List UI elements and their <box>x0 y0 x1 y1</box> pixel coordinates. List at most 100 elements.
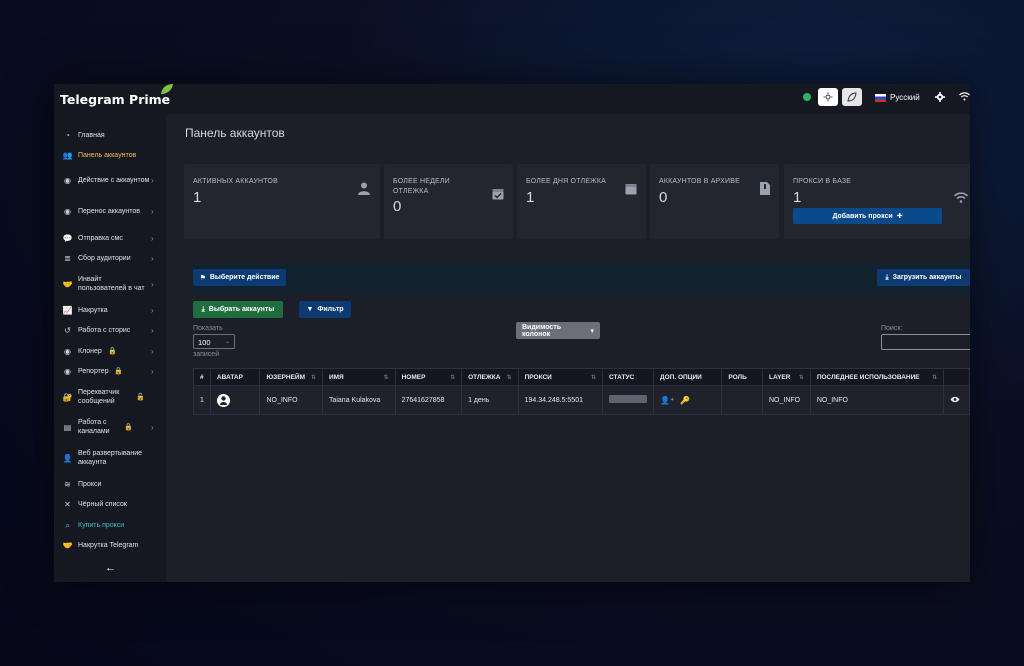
sidebar-item-label: Отправка смс <box>78 234 123 242</box>
select-action-button[interactable]: ⚑ Выберите действие <box>193 269 286 286</box>
sidebar-item-channels[interactable]: ▤ Работа с каналами 🔒 › <box>54 417 166 437</box>
status-badge <box>609 395 648 403</box>
document-icon: ▤ <box>63 422 72 432</box>
entries-select[interactable]: 100 ⌄ <box>193 334 235 349</box>
row-role <box>721 385 763 415</box>
unlock-icon: 🔓 <box>136 393 145 401</box>
brand-logo[interactable]: Telegram Prime <box>60 84 174 107</box>
sidebar-item-telegram-boost[interactable]: 🤝 Накрутка Telegram <box>54 540 166 550</box>
stat-value: 1 <box>793 189 802 206</box>
user-circle-icon: ◉ <box>64 175 71 185</box>
comments-icon: 💬 <box>62 233 73 243</box>
row-name: Taiana Kulakova <box>321 385 396 415</box>
sidebar-item-reporter[interactable]: ◉ Репортер 🔒 › <box>54 366 166 376</box>
table-row[interactable]: 1 NO_INFO Taiana Kulakova 27641627858 1 … <box>193 385 970 415</box>
search-icon: ⌕ <box>65 520 70 530</box>
language-selector[interactable]: Русский <box>875 93 920 102</box>
row-last-used: NO_INFO <box>809 385 945 415</box>
sidebar-item-audience-collect[interactable]: ≣ Сбор аудитории › <box>54 253 166 263</box>
accounts-table-area: ⤓ Выбрать аккаунты ▼ Фильтр Видимость ко… <box>193 294 970 582</box>
sidebar-item-home[interactable]: ◔ Главная <box>54 130 166 140</box>
row-options: 👤⁺ 🔑 <box>653 385 723 415</box>
column-header[interactable]: ИМЯ ⇅ <box>321 368 396 386</box>
sidebar-item-message-interceptor[interactable]: 🔐 Перехватчик сообщений 🔓 <box>54 387 166 407</box>
avatar[interactable] <box>216 393 230 407</box>
sidebar-item-boost[interactable]: 📈 Накрутка › <box>54 305 166 315</box>
filter-label: Фильтр <box>317 306 344 313</box>
chevron-right-icon: › <box>151 206 154 216</box>
column-header[interactable]: ДОП. ОПЦИИ <box>653 368 723 386</box>
sidebar-item-label: Репортер <box>78 367 109 375</box>
sidebar-item-buy-proxy[interactable]: ⌕ Купить прокси <box>54 520 166 530</box>
stat-value: 1 <box>526 189 535 206</box>
chevron-right-icon: › <box>151 305 154 315</box>
sidebar-item-label: Действие с аккаунтом <box>78 176 150 184</box>
sidebar-item-label: Чёрный список <box>78 500 127 508</box>
add-user-icon[interactable]: 👤⁺ <box>660 396 674 405</box>
column-header[interactable]: РОЛЬ <box>721 368 763 386</box>
column-header[interactable]: ПРОКСИ ⇅ <box>517 368 604 386</box>
row-avatar <box>209 385 261 415</box>
row-index: 1 <box>193 385 211 415</box>
key-icon[interactable]: 🔑 <box>680 396 690 405</box>
upload-accounts-label: Загрузить аккаунты <box>892 274 962 281</box>
wifi-icon <box>954 192 968 203</box>
upload-accounts-button[interactable]: ⤓ Загрузить аккаунты <box>877 269 970 286</box>
online-status-dot <box>803 93 811 101</box>
search-input[interactable] <box>881 334 970 350</box>
main-content: Панель аккаунтов АКТИВНЫХ АККАУНТОВ 1 БО… <box>166 114 970 582</box>
sidebar-item-cloner[interactable]: ◉ Клонер 🔒 › <box>54 346 166 356</box>
history-icon: ↺ <box>64 325 71 335</box>
column-header[interactable]: АВАТАР <box>209 368 261 386</box>
chevron-right-icon: › <box>151 233 154 243</box>
stat-label: БОЛЕЕ НЕДЕЛИ ОТЛЕЖКА <box>393 178 450 195</box>
add-proxy-button[interactable]: Добавить прокси ✚ <box>793 208 942 224</box>
filter-button[interactable]: ▼ Фильтр <box>299 301 351 318</box>
sidebar-item-label: Перенос аккаунтов <box>78 207 141 215</box>
gear-icon[interactable] <box>935 92 945 102</box>
sidebar-item-send-sms[interactable]: 💬 Отправка смс › <box>54 233 166 243</box>
sidebar-item-stories[interactable]: ↺ Работа с сторис › <box>54 325 166 335</box>
handshake-icon: 🤝 <box>62 279 73 289</box>
sidebar-item-blacklist[interactable]: ✕ Чёрный список <box>54 499 166 509</box>
column-header[interactable]: ОТЛЕЖКА ⇅ <box>461 368 519 386</box>
sidebar-item-label: Сбор аудитории <box>78 254 131 262</box>
column-visibility-button[interactable]: Видимость колонок ▾ <box>516 322 600 339</box>
light-theme-button[interactable] <box>818 88 838 106</box>
user-circle-icon: ◉ <box>64 346 71 356</box>
sidebar-item-label: Веб развертывание аккаунта <box>78 450 143 466</box>
sort-icon: ⇅ <box>506 374 512 381</box>
column-header[interactable]: ЮЗЕРНЕЙМ ⇅ <box>259 368 323 386</box>
sidebar-item-transfer-accounts[interactable]: ◉ Перенос аккаунтов › <box>54 201 166 221</box>
sort-icon: ⇅ <box>798 374 804 381</box>
sidebar-item-web-deploy[interactable]: 👤 Веб развертывание аккаунта <box>54 448 166 468</box>
sidebar-item-label: Работа с каналами <box>78 419 110 435</box>
sort-icon: ⇅ <box>590 374 597 381</box>
stat-label: АКТИВНЫХ АККАУНТОВ <box>193 178 278 185</box>
sidebar-item-accounts-panel[interactable]: 👥 Панель аккаунтов <box>54 150 166 160</box>
column-visibility-label: Видимость колонок <box>522 323 561 338</box>
sidebar-item-invite-users[interactable]: 🤝 Инвайт пользователей в чат › <box>54 274 166 294</box>
action-bar: ⚑ Выберите действие ⤓ Загрузить аккаунты <box>193 262 970 294</box>
eye-icon[interactable] <box>950 396 960 403</box>
sidebar-item-account-actions[interactable]: ◉ Действие с аккаунтом › <box>54 170 166 190</box>
column-header[interactable]: ПОСЛЕДНЕЕ ИСПОЛЬЗОВАНИЕ ⇅ <box>809 368 945 386</box>
top-bar: Telegram Prime Русский <box>54 84 970 114</box>
column-header[interactable]: # <box>193 368 211 386</box>
wifi-icon[interactable] <box>959 92 970 101</box>
collapse-sidebar-arrow-icon[interactable]: ← <box>105 562 116 574</box>
sidebar-item-label: Инвайт пользователей в чат <box>78 276 145 292</box>
sort-icon: ⇅ <box>310 374 316 381</box>
stat-card-proxies: ПРОКСИ В БАЗЕ 1 Добавить прокси ✚ <box>784 164 970 239</box>
sidebar-item-proxy[interactable]: ≋ Прокси <box>54 479 166 489</box>
dark-theme-button[interactable] <box>842 88 862 106</box>
show-entries-label: Показать <box>193 325 223 332</box>
column-header[interactable]: LAYER ⇅ <box>762 368 811 386</box>
chevron-right-icon: › <box>151 279 154 289</box>
sidebar-item-label: Перехватчик сообщений <box>78 389 120 405</box>
select-accounts-button[interactable]: ⤓ Выбрать аккаунты <box>193 301 283 318</box>
row-layer: NO_INFO <box>762 385 811 415</box>
column-header[interactable]: СТАТУС <box>602 368 655 386</box>
stat-card-week-rest: БОЛЕЕ НЕДЕЛИ ОТЛЕЖКА 0 <box>384 164 513 239</box>
column-header[interactable]: НОМЕР ⇅ <box>394 368 463 386</box>
